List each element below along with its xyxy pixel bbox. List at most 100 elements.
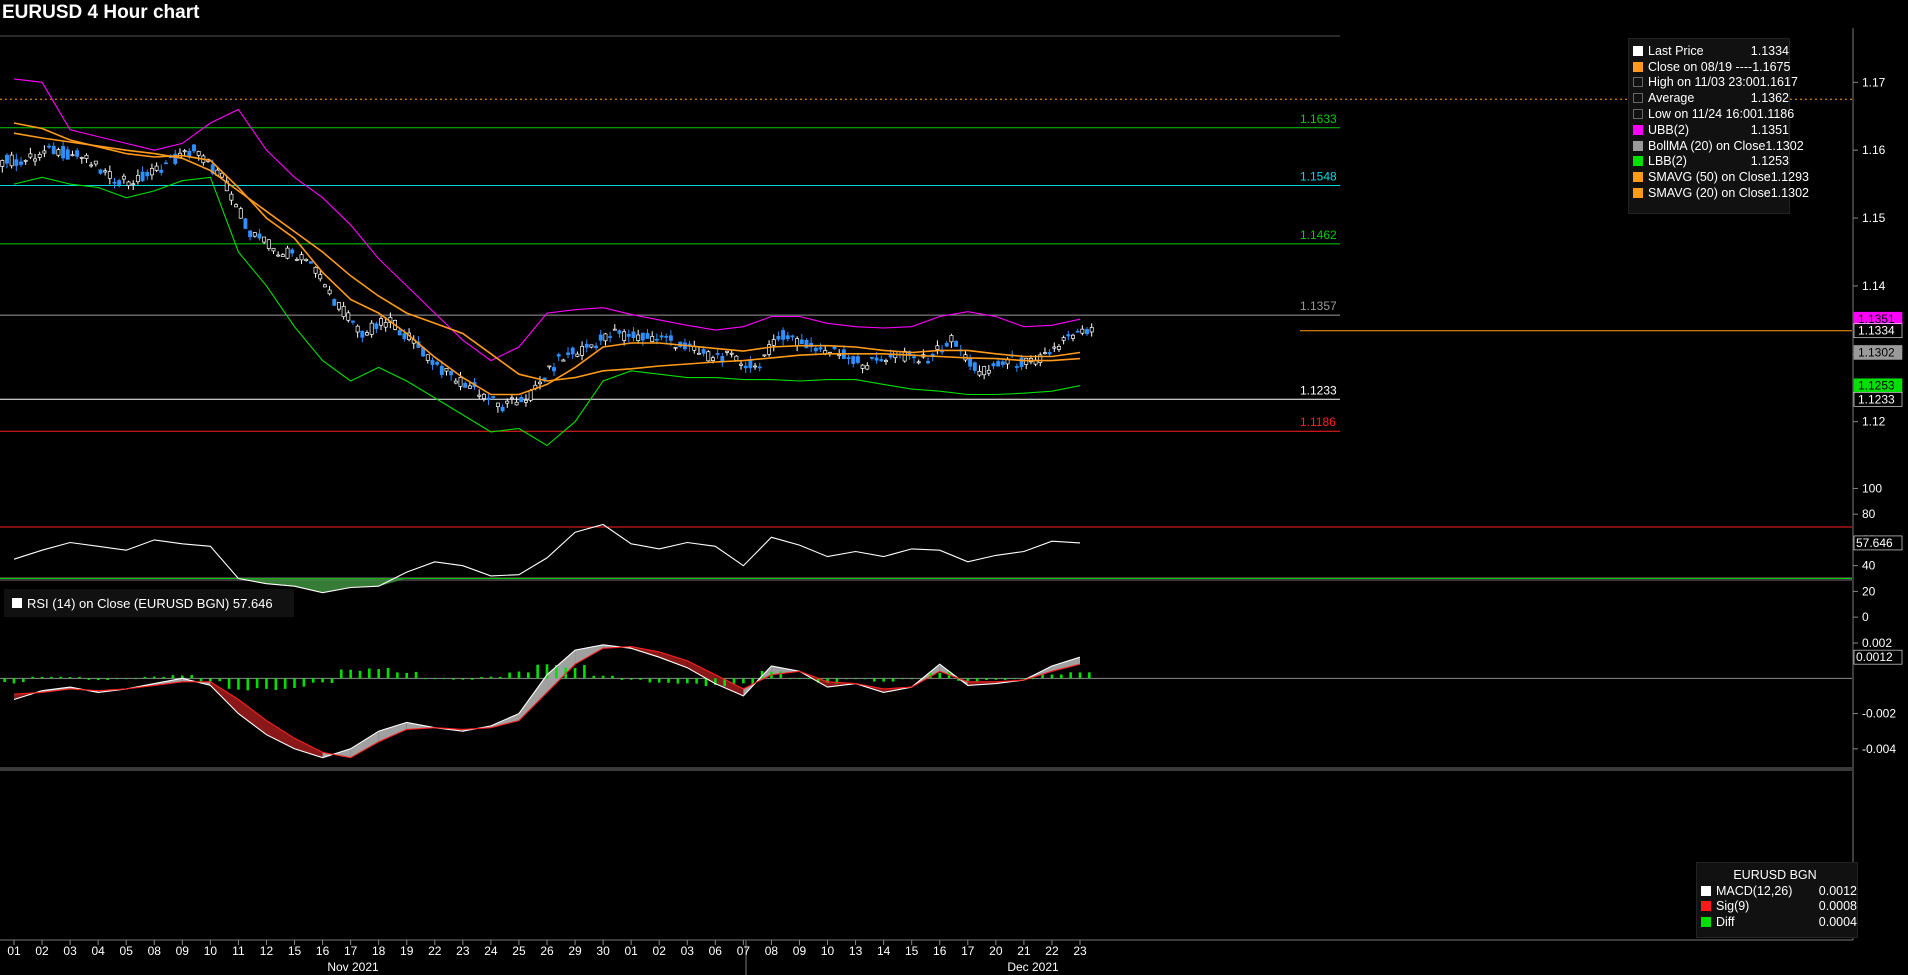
macd-diff-bar [536, 664, 539, 679]
legend-row: Low on 11/24 16:00 1.1186 [1633, 106, 1794, 122]
macd-diff-bar [339, 669, 343, 679]
candle-body [486, 397, 491, 400]
candle-body [56, 149, 61, 156]
candle-body [734, 355, 739, 361]
x-tick-label: 01 [624, 944, 638, 958]
lbb2-line [13, 176, 1081, 447]
candle-body [1024, 357, 1029, 365]
smavg-line [13, 132, 1081, 382]
candle-body [346, 312, 351, 321]
candle-body [117, 180, 122, 185]
legend-name: High on 11/03 23:00 [1648, 75, 1760, 90]
macd-diff-bar [695, 678, 698, 684]
candle-body [495, 402, 500, 407]
candle-body [121, 175, 126, 180]
candle-body [229, 193, 234, 201]
candle-body [322, 284, 327, 288]
legend-value: 1.1302 [1765, 138, 1804, 153]
macd-fill [518, 674, 547, 721]
candle-body [182, 150, 187, 153]
candle-body [140, 171, 145, 182]
candle-body [131, 183, 136, 186]
candle-body [0, 160, 5, 167]
macd-signal-line [13, 646, 1081, 759]
candle-body [70, 154, 75, 157]
macd-diff-bar [433, 678, 437, 680]
x-tick-label: 09 [176, 944, 190, 958]
candle-body [341, 306, 346, 317]
x-tick-label: 22 [1045, 944, 1059, 958]
legend-swatch [1633, 172, 1643, 183]
candle-body [869, 356, 874, 359]
candle-body [594, 345, 599, 349]
candle-body [449, 370, 454, 376]
candle-body [1085, 329, 1089, 335]
legend-swatch [1633, 77, 1643, 88]
candle-body [481, 393, 486, 399]
macd-diff-bar [302, 678, 306, 687]
macd-legend-name: MACD(12,26) [1716, 883, 1793, 898]
macd-diff-bar [152, 676, 156, 679]
pane-divider-rsi [0, 767, 1852, 771]
macd-diff-bar [639, 678, 642, 680]
candle-body [1052, 346, 1057, 349]
candle-body [164, 162, 168, 165]
candle-body [61, 146, 66, 159]
candle-body [234, 204, 239, 208]
macd-fill [294, 738, 323, 758]
macd-diff-bar [265, 678, 268, 689]
candle-body [874, 357, 879, 361]
candle-body [509, 397, 514, 400]
candle-body [865, 365, 870, 370]
candle-body [5, 154, 9, 164]
candle-body [28, 153, 33, 158]
macd-diff-bar [583, 665, 586, 679]
candle-body [500, 406, 505, 412]
level-label: 1.1357 [1300, 299, 1337, 313]
x-tick-label: 24 [484, 944, 498, 958]
candle-body [491, 396, 496, 398]
macd-fill [378, 722, 407, 742]
candle-body [304, 258, 309, 261]
candle-body [1019, 357, 1024, 368]
x-group-label: Dec 2021 [1007, 960, 1059, 974]
rsi-y-tick-label: 40 [1862, 559, 1876, 573]
candle-body [252, 232, 257, 237]
x-tick-label: 29 [568, 944, 582, 958]
macd-legend: EURUSD BGN MACD(12,26) 0.0012 Sig(9) 0.0008… [1696, 862, 1858, 938]
macd-diff-bar [910, 678, 913, 680]
macd-diff-bar [882, 678, 885, 682]
candle-body [243, 218, 248, 229]
candle-body [645, 333, 650, 339]
macd-diff-bar [452, 678, 455, 680]
candle-body [926, 361, 930, 364]
legend-swatch [1633, 140, 1643, 151]
candle-body [855, 356, 860, 363]
macd-diff-bar [368, 668, 371, 679]
candle-body [818, 347, 823, 350]
candle-body [524, 399, 528, 403]
rsi-y-tick-label: 100 [1862, 481, 1882, 495]
candle-body [715, 353, 720, 355]
legend-name: Last Price [1648, 43, 1704, 58]
macd-diff-bar [134, 678, 137, 680]
macd-diff-bar [517, 671, 521, 679]
macd-diff-bar [732, 678, 736, 684]
candle-body [458, 377, 463, 387]
macd-diff-bar [96, 678, 100, 681]
macd-diff-bar [985, 678, 988, 681]
candle-body [266, 239, 271, 249]
candle-body [640, 332, 645, 341]
macd-diff-bar [442, 678, 446, 680]
candle-body [598, 334, 603, 341]
candle-body [996, 361, 1001, 367]
candle-body [187, 150, 192, 157]
x-tick-label: 02 [653, 944, 667, 958]
candle-body [986, 369, 991, 374]
macd-diff-bar [742, 678, 745, 684]
candle-body [659, 335, 664, 338]
macd-diff-bar [966, 678, 970, 681]
macd-diff-bar [68, 676, 72, 679]
legend-name: UBB(2) [1648, 122, 1689, 137]
legend-name: SMAVG (20) on Close [1648, 186, 1771, 201]
